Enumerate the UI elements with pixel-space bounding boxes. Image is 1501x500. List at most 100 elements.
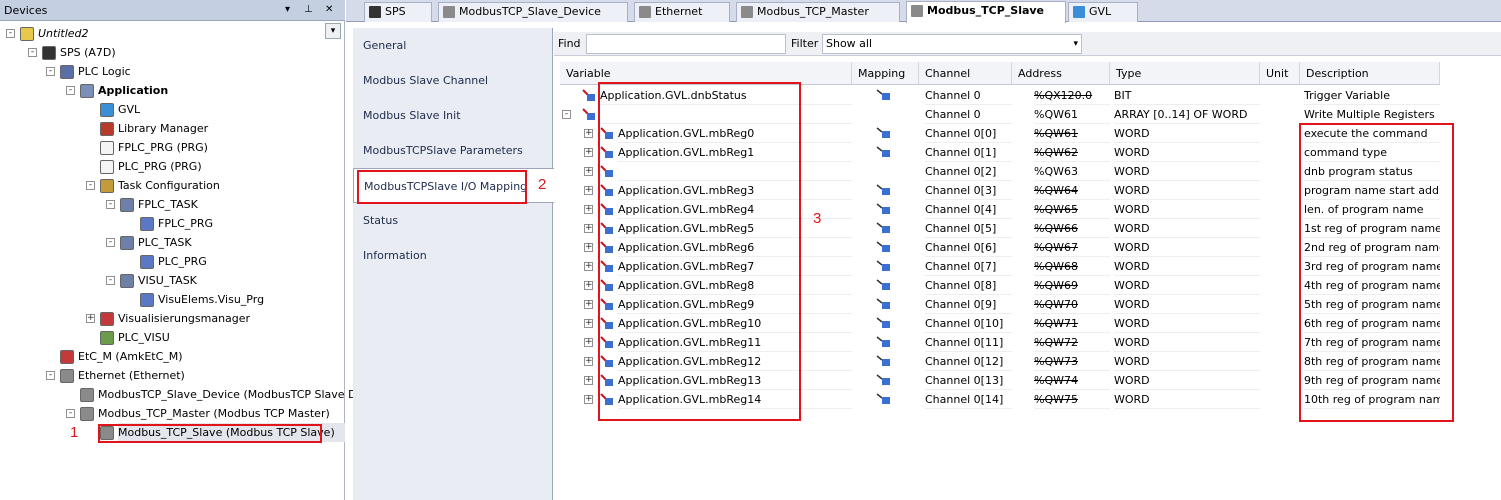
modbus-card-icon: [911, 5, 923, 17]
column-header-address[interactable]: Address: [1012, 62, 1110, 85]
row-expander[interactable]: +: [584, 300, 593, 309]
type-cell: WORD: [1114, 314, 1260, 333]
tree-expander[interactable]: -: [28, 48, 37, 57]
tree-item-label[interactable]: Modbus_TCP_Master (Modbus TCP Master): [98, 404, 330, 423]
tree-expander[interactable]: -: [66, 86, 75, 95]
pin-icon[interactable]: ⊥: [304, 4, 313, 15]
row-expander[interactable]: +: [584, 281, 593, 290]
tab-modbus-tcp-master[interactable]: Modbus_TCP_Master: [736, 2, 900, 22]
column-header-mapping[interactable]: Mapping: [852, 62, 919, 85]
mapping-icon[interactable]: [876, 279, 890, 291]
subtab-modbustcpslave-parameters[interactable]: ModbusTCPSlave Parameters: [353, 133, 553, 168]
tree-item-label[interactable]: Library Manager: [118, 119, 208, 138]
tree-item-label[interactable]: Untitled2: [38, 24, 89, 43]
tree-item-label[interactable]: Ethernet (Ethernet): [78, 366, 185, 385]
subtab-modbus-slave-init[interactable]: Modbus Slave Init: [353, 98, 553, 133]
mapping-icon[interactable]: [876, 393, 890, 405]
row-expander[interactable]: +: [584, 205, 593, 214]
mapping-icon[interactable]: [876, 260, 890, 272]
tree-expander[interactable]: -: [66, 409, 75, 418]
tree-expander[interactable]: -: [86, 181, 95, 190]
column-header-channel[interactable]: Channel: [919, 62, 1012, 85]
library-books-icon: [100, 122, 114, 136]
tree-item-label[interactable]: PLC_PRG: [158, 252, 207, 271]
mapping-icon[interactable]: [876, 127, 890, 139]
tree-item-label[interactable]: FPLC_PRG (PRG): [118, 138, 208, 157]
mapping-icon[interactable]: [876, 298, 890, 310]
mapping-icon[interactable]: [876, 241, 890, 253]
task-icon: [120, 198, 134, 212]
description-cell[interactable]: Trigger Variable: [1304, 86, 1440, 105]
mapping-icon[interactable]: [876, 184, 890, 196]
tree-expander[interactable]: -: [6, 29, 15, 38]
tree-item-label[interactable]: VISU_TASK: [138, 271, 197, 290]
tab-modbustcp-slave-device[interactable]: ModbusTCP_Slave_Device: [438, 2, 628, 22]
tree-item-label[interactable]: Application: [98, 81, 168, 100]
tab-gvl[interactable]: GVL: [1068, 2, 1138, 22]
tree-expander[interactable]: -: [106, 276, 115, 285]
tree-item-label[interactable]: PLC_VISU: [118, 328, 170, 347]
tree-item-label[interactable]: Visualisierungsmanager: [118, 309, 250, 328]
row-expander[interactable]: +: [584, 243, 593, 252]
row-expander[interactable]: +: [584, 148, 593, 157]
mapping-icon[interactable]: [876, 317, 890, 329]
row-expander[interactable]: +: [584, 338, 593, 347]
column-header-description[interactable]: Description: [1300, 62, 1440, 85]
mapping-icon[interactable]: [876, 355, 890, 367]
mapping-icon[interactable]: [876, 336, 890, 348]
tree-item-label[interactable]: PLC Logic: [78, 62, 131, 81]
mapping-icon[interactable]: [876, 146, 890, 158]
subtab-modbus-slave-channel[interactable]: Modbus Slave Channel: [353, 63, 553, 98]
row-expander[interactable]: +: [584, 186, 593, 195]
row-expander[interactable]: +: [584, 224, 593, 233]
row-expander[interactable]: +: [584, 129, 593, 138]
mapping-icon[interactable]: [876, 222, 890, 234]
row-expander[interactable]: -: [562, 110, 571, 119]
filter-select[interactable]: Show all ▾: [822, 34, 1082, 54]
row-expander[interactable]: +: [584, 319, 593, 328]
tree-item-label[interactable]: PLC_TASK: [138, 233, 192, 252]
column-header-type[interactable]: Type: [1110, 62, 1260, 85]
row-expander[interactable]: +: [584, 262, 593, 271]
tab-sps[interactable]: SPS: [364, 2, 432, 22]
tree-item-label[interactable]: EtC_M (AmkEtC_M): [78, 347, 183, 366]
subtab-information[interactable]: Information: [353, 238, 553, 273]
description-cell[interactable]: Write Multiple Registers: [1304, 105, 1440, 124]
row-expander[interactable]: +: [584, 167, 593, 176]
panel-menu-icon[interactable]: ▾: [285, 4, 290, 15]
tab-ethernet[interactable]: Ethernet: [634, 2, 730, 22]
annotation-label-3: 3: [813, 210, 822, 227]
tab-modbus-tcp-slave[interactable]: Modbus_TCP_Slave: [906, 1, 1066, 23]
subtab-status[interactable]: Status: [353, 203, 553, 238]
chevron-down-icon[interactable]: ▾: [1073, 35, 1078, 53]
tree-item-label[interactable]: FPLC_TASK: [138, 195, 198, 214]
tree-expander[interactable]: -: [46, 371, 55, 380]
tree-item-label[interactable]: PLC_PRG (PRG): [118, 157, 202, 176]
tree-item-label[interactable]: ModbusTCP_Slave_Device (ModbusTCP Slave …: [98, 385, 370, 404]
tree-expander[interactable]: -: [106, 200, 115, 209]
tree-expander[interactable]: -: [46, 67, 55, 76]
column-header-unit[interactable]: Unit: [1260, 62, 1300, 85]
row-expander[interactable]: +: [584, 376, 593, 385]
tree-item-label[interactable]: VisuElems.Visu_Prg: [158, 290, 264, 309]
tree-expander[interactable]: +: [86, 314, 95, 323]
row-expander[interactable]: +: [584, 357, 593, 366]
tree-item-label[interactable]: Task Configuration: [118, 176, 220, 195]
row-expander[interactable]: +: [584, 395, 593, 404]
program-call-icon: [140, 217, 154, 231]
tree-item-label[interactable]: FPLC_PRG: [158, 214, 213, 233]
type-cell: WORD: [1114, 352, 1260, 371]
close-icon[interactable]: ✕: [325, 4, 333, 15]
mapping-icon[interactable]: [876, 203, 890, 215]
type-cell: WORD: [1114, 295, 1260, 314]
mapping-icon[interactable]: [876, 374, 890, 386]
tree-expander[interactable]: -: [106, 238, 115, 247]
devices-dropdown-button[interactable]: ▾: [325, 23, 341, 39]
find-input[interactable]: [586, 34, 786, 54]
address-cell: %QW61: [1034, 124, 1110, 143]
tree-item-label[interactable]: SPS (A7D): [60, 43, 116, 62]
tree-item-label[interactable]: GVL: [118, 100, 140, 119]
subtab-general[interactable]: General: [353, 28, 553, 63]
type-cell: BIT: [1114, 86, 1260, 105]
mapping-icon[interactable]: [876, 89, 890, 101]
